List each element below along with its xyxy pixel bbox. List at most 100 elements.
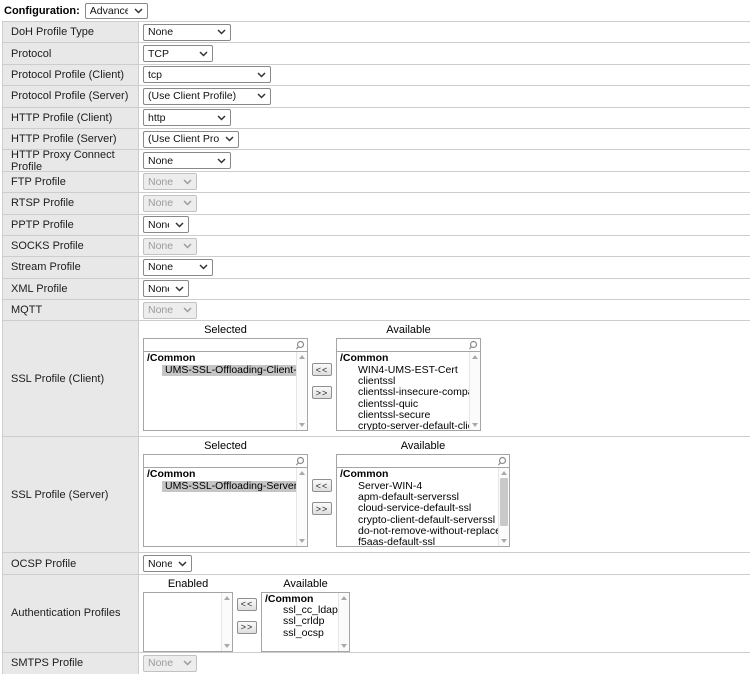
ssl-server-available-listbox[interactable]: /CommonServer-WIN-4apm-default-serverssl… xyxy=(336,467,510,547)
pptp-profile-select[interactable]: None xyxy=(143,216,189,233)
list-item[interactable]: Server-WIN-4 xyxy=(337,481,498,492)
row-label: HTTP Proxy Connect Profile xyxy=(11,149,138,173)
list-item[interactable]: /Common xyxy=(144,353,296,364)
list-item[interactable]: do-not-remove-without-replacement xyxy=(337,526,498,537)
scroll-down-icon[interactable] xyxy=(501,539,507,543)
scroll-up-icon[interactable] xyxy=(299,471,305,475)
ssl-server-selected-filter-input[interactable] xyxy=(143,454,308,468)
list-item[interactable]: ssl_ocsp xyxy=(262,628,338,639)
chevron-down-icon xyxy=(183,660,192,666)
protocol-select[interactable]: TCP xyxy=(143,45,213,62)
ssl-client-available-filter-input[interactable] xyxy=(336,338,481,352)
row-label: PPTP Profile xyxy=(11,219,74,231)
list-item[interactable]: ssl_crldp xyxy=(262,616,338,627)
row-label: Authentication Profiles xyxy=(11,607,120,619)
list-item[interactable]: crypto-server-default-clientssl xyxy=(337,421,469,430)
scroll-down-icon[interactable] xyxy=(472,423,478,427)
list-item[interactable]: /Common xyxy=(337,469,498,480)
scroll-thumb[interactable] xyxy=(500,478,508,526)
list-item[interactable]: /Common xyxy=(337,353,469,364)
list-item[interactable]: clientssl-insecure-compatible xyxy=(337,387,469,398)
list-item[interactable]: clientssl-quic xyxy=(337,399,469,410)
ssl-client-selected-filter-input[interactable] xyxy=(143,338,308,352)
list-item[interactable]: cloud-service-default-ssl xyxy=(337,503,498,514)
search-icon xyxy=(468,340,478,350)
move-right-button[interactable]: >> xyxy=(312,502,332,515)
scroll-down-icon[interactable] xyxy=(299,423,305,427)
protocol-profile-server-select[interactable]: (Use Client Profile) xyxy=(143,88,271,105)
scroll-down-icon[interactable] xyxy=(299,539,305,543)
move-left-button[interactable]: << xyxy=(237,598,257,611)
stream-profile-select[interactable]: None xyxy=(143,259,213,276)
ssl-server-selected-listbox[interactable]: /CommonUMS-SSL-Offloading-Server-Profile xyxy=(143,467,308,547)
http-profile-server-select[interactable]: (Use Client Profile) xyxy=(143,131,239,148)
row-label: MQTT xyxy=(11,304,42,316)
list-item[interactable]: f5aas-default-ssl xyxy=(337,537,498,546)
configuration-bar: Configuration: Advanced xyxy=(0,0,750,21)
chevron-down-icon xyxy=(217,29,226,35)
scrollbar[interactable] xyxy=(469,352,480,430)
xml-profile-select[interactable]: None xyxy=(143,280,189,297)
list-item[interactable]: ssl_cc_ldap xyxy=(262,605,338,616)
scroll-up-icon[interactable] xyxy=(224,596,230,600)
auth-enabled-listbox[interactable] xyxy=(143,592,233,652)
protocol-profile-client-select[interactable]: tcp xyxy=(143,66,271,83)
scrollbar[interactable] xyxy=(498,468,509,546)
scroll-down-icon[interactable] xyxy=(341,644,347,648)
smtps-profile-select: None xyxy=(143,655,197,672)
scroll-up-icon[interactable] xyxy=(299,355,305,359)
chevron-down-icon xyxy=(175,286,184,292)
scrollbar[interactable] xyxy=(338,593,349,651)
configuration-select[interactable]: Advanced xyxy=(85,3,148,19)
list-item[interactable]: apm-default-serverssl xyxy=(337,492,498,503)
move-right-button[interactable]: >> xyxy=(237,621,257,634)
row-mqtt: MQTT None xyxy=(3,300,750,321)
doh-profile-type-select[interactable]: None xyxy=(143,24,231,41)
scroll-up-icon[interactable] xyxy=(472,355,478,359)
scrollbar[interactable] xyxy=(221,593,232,651)
row-label: SOCKS Profile xyxy=(11,240,84,252)
scroll-up-icon[interactable] xyxy=(341,596,347,600)
list-item[interactable]: UMS-SSL-Offloading-Server-Profile xyxy=(162,481,296,492)
list-item[interactable]: clientssl xyxy=(337,376,469,387)
chevron-down-icon xyxy=(183,307,192,313)
scrollbar[interactable] xyxy=(296,468,307,546)
ssl-server-available-filter-input[interactable] xyxy=(336,454,510,468)
row-label: SSL Profile (Client) xyxy=(11,373,104,385)
list-item[interactable]: /Common xyxy=(144,469,296,480)
search-icon xyxy=(295,340,305,350)
chevron-down-icon xyxy=(217,158,226,164)
row-doh-profile-type: DoH Profile Type None xyxy=(3,22,750,43)
http-profile-client-select[interactable]: http xyxy=(143,109,231,126)
available-header: Available xyxy=(336,324,481,338)
row-label: FTP Profile xyxy=(11,176,66,188)
scroll-down-icon[interactable] xyxy=(224,644,230,648)
chevron-down-icon xyxy=(199,264,208,270)
row-ocsp-profile: OCSP Profile None xyxy=(3,553,750,574)
rtsp-profile-select: None xyxy=(143,195,197,212)
move-right-button[interactable]: >> xyxy=(312,386,332,399)
scroll-up-icon[interactable] xyxy=(501,471,507,475)
row-rtsp-profile: RTSP Profile None xyxy=(3,193,750,214)
http-proxy-connect-profile-select[interactable]: None xyxy=(143,152,231,169)
list-item[interactable]: WIN4-UMS-EST-Cert xyxy=(337,365,469,376)
auth-available-listbox[interactable]: /Commonssl_cc_ldapssl_crldpssl_ocsp xyxy=(261,592,350,652)
row-label: SMTPS Profile xyxy=(11,657,83,669)
move-left-button[interactable]: << xyxy=(312,479,332,492)
move-left-button[interactable]: << xyxy=(312,363,332,376)
row-label: XML Profile xyxy=(11,283,67,295)
ssl-client-available-listbox[interactable]: /CommonWIN4-UMS-EST-Certclientsslclients… xyxy=(336,351,481,431)
ocsp-profile-select[interactable]: None xyxy=(143,555,192,572)
list-item[interactable]: crypto-client-default-serverssl xyxy=(337,515,498,526)
chevron-down-icon xyxy=(225,136,234,142)
list-item[interactable]: clientssl-secure xyxy=(337,410,469,421)
scrollbar[interactable] xyxy=(296,352,307,430)
row-label: OCSP Profile xyxy=(11,558,76,570)
list-item[interactable]: /Common xyxy=(262,594,338,605)
mqtt-select: None xyxy=(143,302,197,319)
row-label: RTSP Profile xyxy=(11,197,74,209)
row-pptp-profile: PPTP Profile None xyxy=(3,215,750,236)
list-item[interactable]: UMS-SSL-Offloading-Client-Profile xyxy=(162,365,296,376)
chevron-down-icon xyxy=(178,561,187,567)
ssl-client-selected-listbox[interactable]: /CommonUMS-SSL-Offloading-Client-Profile xyxy=(143,351,308,431)
